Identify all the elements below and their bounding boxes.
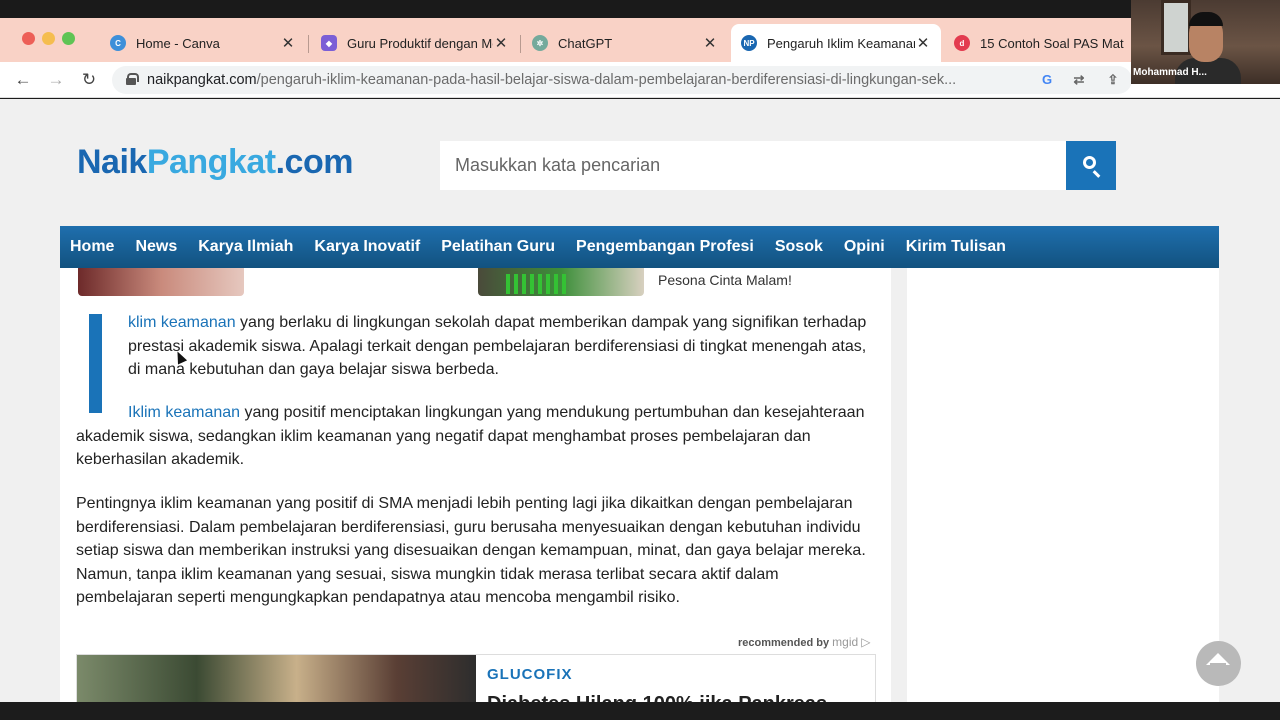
tab-canva[interactable]: C Home - Canva ✕ — [100, 24, 306, 62]
related-caption[interactable]: Pesona Cinta Malam! — [658, 272, 792, 288]
chart-bars-graphic — [506, 274, 566, 294]
logo-part-naik: Naik — [77, 143, 147, 181]
reload-icon[interactable]: ↻ — [78, 69, 100, 91]
tab-title: Pengaruh Iklim Keamanan pada Hasil — [767, 35, 915, 51]
site-logo[interactable]: NaikPangkat.com — [77, 143, 353, 182]
address-bar[interactable]: naikpangkat.com/pengaruh-iklim-keamanan-… — [112, 66, 1132, 94]
article-paragraph: klim keamanan yang berlaku di lingkungan… — [128, 311, 868, 382]
nav-home[interactable]: Home — [70, 238, 114, 256]
tab-title: Home - Canva — [136, 35, 220, 51]
ad-card[interactable]: GLUCOFIX Diabetes Hilang 100% jika Pankr… — [76, 654, 876, 702]
chatgpt-icon: ✲ — [532, 35, 548, 51]
maximize-window-button[interactable] — [62, 32, 75, 45]
search-input[interactable] — [440, 141, 1066, 190]
search-icon — [1083, 156, 1096, 169]
tab-title: Guru Produktif dengan Mengembangkan — [347, 35, 493, 51]
tab-chatgpt[interactable]: ✲ ChatGPT ✕ — [522, 24, 728, 62]
keyword-link[interactable]: klim keamanan — [128, 314, 236, 331]
paragraph-text: yang berlaku di lingkungan sekolah dapat… — [128, 314, 867, 378]
main-navigation: Home News Karya Ilmiah Karya Inovatif Pe… — [60, 226, 1219, 268]
recommended-text: recommended by — [738, 637, 830, 649]
article-content: Pesona Cinta Malam! klim keamanan yang b… — [60, 268, 891, 702]
tab-title: ChatGPT — [558, 35, 613, 51]
close-icon[interactable]: ✕ — [915, 34, 931, 52]
recommended-by-label[interactable]: recommended by mgid ▷ — [738, 635, 870, 649]
close-icon[interactable]: ✕ — [702, 34, 718, 52]
site-search — [440, 141, 1066, 190]
search-button[interactable] — [1066, 141, 1116, 190]
webcam-person-cap — [1189, 12, 1223, 26]
browser-toolbar: ← → ↻ naikpangkat.com/pengaruh-iklim-kea… — [0, 62, 1280, 98]
nav-sosok[interactable]: Sosok — [775, 238, 823, 256]
article-paragraph: Pentingnya iklim keamanan yang positif d… — [76, 495, 866, 606]
tab-separator — [308, 35, 309, 53]
tab-guru-produktif[interactable]: ◆ Guru Produktif dengan Mengembangkan ✕ — [311, 24, 519, 62]
ad-title[interactable]: Diabetes Hilang 100% jika Pankreas... — [487, 693, 844, 702]
url-text[interactable]: naikpangkat.com/pengaruh-iklim-keamanan-… — [147, 72, 1027, 88]
tab-contoh-soal[interactable]: d 15 Contoh Soal PAS Matematika — [944, 24, 1134, 62]
nav-pengembangan-profesi[interactable]: Pengembangan Profesi — [576, 238, 754, 256]
webcam-name-label: Mohammad H... — [1133, 67, 1207, 78]
sidebar — [907, 268, 1219, 702]
nav-pelatihan-guru[interactable]: Pelatihan Guru — [441, 238, 555, 256]
close-icon[interactable]: ✕ — [280, 34, 296, 52]
d-icon: d — [954, 35, 970, 51]
naikpangkat-icon: NP — [741, 35, 757, 51]
webcam-background-window — [1161, 0, 1191, 55]
url-domain: naikpangkat.com — [147, 72, 257, 88]
share-icon[interactable]: ⇪ — [1104, 71, 1122, 89]
article-paragraph: Iklim keamanan yang positif menciptakan … — [76, 401, 866, 472]
tab-title: 15 Contoh Soal PAS Matematika — [980, 35, 1124, 51]
nav-opini[interactable]: Opini — [844, 238, 885, 256]
canva-icon: C — [110, 35, 126, 51]
bottom-black-strip — [0, 702, 1280, 720]
adchoices-icon: ▷ — [861, 635, 871, 649]
nav-news[interactable]: News — [135, 238, 177, 256]
close-icon[interactable]: ✕ — [493, 34, 509, 52]
keyword-link[interactable]: Iklim keamanan — [128, 404, 240, 421]
badge-icon: ◆ — [321, 35, 337, 51]
nav-kirim-tulisan[interactable]: Kirim Tulisan — [906, 238, 1006, 256]
ad-brand[interactable]: GLUCOFIX — [487, 666, 573, 683]
close-window-button[interactable] — [22, 32, 35, 45]
tab-pengaruh-iklim[interactable]: NP Pengaruh Iklim Keamanan pada Hasil ✕ — [731, 24, 941, 62]
translate-icon[interactable]: ⇄ — [1070, 71, 1088, 89]
mgid-logo: mgid — [832, 635, 859, 649]
ad-image[interactable] — [77, 655, 476, 702]
url-path: /pengaruh-iklim-keamanan-pada-hasil-bela… — [256, 72, 957, 88]
webcam-overlay: Mohammad H... — [1131, 0, 1280, 84]
logo-part-pangkat: Pangkat — [146, 143, 276, 181]
nav-karya-ilmiah[interactable]: Karya Ilmiah — [198, 238, 293, 256]
browser-tab-bar: C Home - Canva ✕ ◆ Guru Produktif dengan… — [0, 18, 1280, 62]
google-icon[interactable]: G — [1038, 71, 1056, 89]
web-page: NaikPangkat.com Home News Karya Ilmiah K… — [0, 99, 1280, 702]
tab-separator — [520, 35, 521, 53]
minimize-window-button[interactable] — [42, 32, 55, 45]
back-arrow-icon[interactable]: ← — [12, 69, 34, 91]
lock-icon — [126, 73, 139, 85]
logo-part-com: .com — [275, 143, 354, 181]
related-thumbnail[interactable] — [478, 268, 644, 296]
nav-karya-inovatif[interactable]: Karya Inovatif — [314, 238, 420, 256]
forward-arrow-icon[interactable]: → — [45, 69, 67, 91]
drop-cap-i — [89, 314, 102, 413]
related-thumbnail[interactable] — [78, 268, 244, 296]
scroll-to-top-button[interactable] — [1196, 641, 1241, 686]
top-black-strip — [0, 0, 1280, 18]
